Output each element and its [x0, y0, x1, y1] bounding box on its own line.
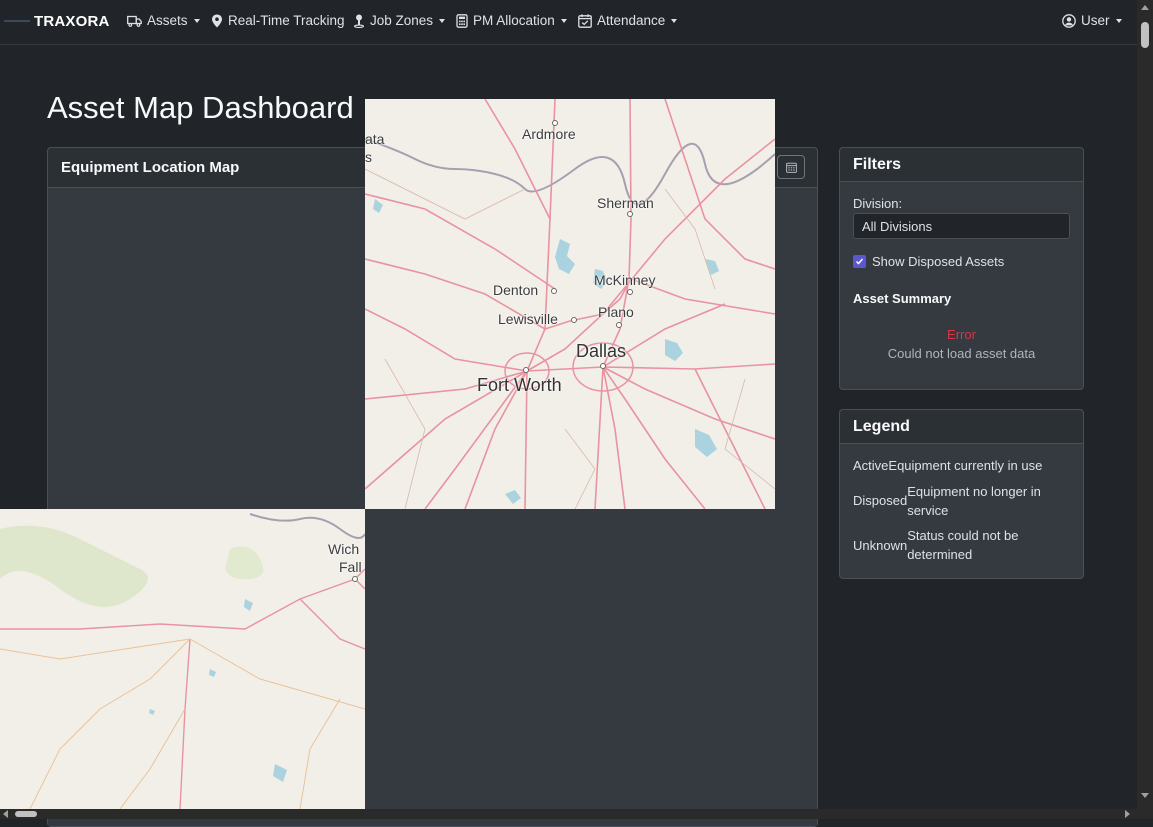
city-label-partial: Fall: [339, 559, 362, 575]
city-label-partial: ata: [365, 131, 385, 147]
map-pin-icon: [212, 14, 222, 27]
page-title: Asset Map Dashboard: [47, 90, 354, 125]
user-circle-icon: [1062, 13, 1076, 28]
nav-pm-allocation[interactable]: PM Allocation: [456, 13, 567, 28]
calendar-icon: [785, 162, 797, 173]
division-label: Division:: [853, 196, 903, 211]
scroll-down-icon[interactable]: [1141, 793, 1149, 798]
nav-attendance-label: Attendance: [597, 13, 666, 28]
city-label-mckinney: McKinney: [594, 272, 656, 288]
map-tile-wichita-falls[interactable]: Wich Fall: [0, 509, 365, 809]
nav-job-zones[interactable]: Job Zones: [353, 13, 446, 28]
asset-summary-error-message: Could not load asset data: [887, 346, 1036, 361]
filters-header: Filters: [840, 148, 1083, 182]
legend-desc: Equipment no longer in service: [907, 484, 1041, 518]
legend-item-disposed: Disposed Equipment no longer in service: [853, 482, 1047, 520]
brand-logo-mark: [4, 20, 30, 22]
legend-desc: Status could not be determined: [907, 528, 1019, 562]
show-disposed-label: Show Disposed Assets: [872, 254, 1005, 269]
legend-key: Unknown: [853, 538, 908, 553]
city-marker: [627, 211, 633, 217]
city-marker: [627, 289, 633, 295]
filters-panel: Filters Division: All Divisions Show Dis…: [839, 147, 1084, 390]
legend-key: Disposed: [853, 493, 908, 508]
legend-header: Legend: [840, 410, 1083, 444]
nav-real-time-tracking[interactable]: Real-Time Tracking: [211, 13, 345, 28]
filters-title: Filters: [853, 156, 902, 173]
map-tile-dallas[interactable]: Ardmore ata s Sherman McKinney Denton Le…: [365, 99, 775, 509]
calculator-icon: [456, 13, 468, 28]
map-card-title: Equipment Location Map: [61, 159, 240, 176]
horizontal-scrollbar[interactable]: [0, 809, 1137, 819]
legend-key: Active: [853, 458, 889, 473]
user-menu-label: User: [1081, 13, 1110, 28]
chevron-down-icon: [560, 19, 567, 23]
city-marker: [616, 322, 622, 328]
scrollbar-corner: [1137, 809, 1153, 819]
map-tile-roads: [365, 99, 775, 509]
vertical-scroll-thumb[interactable]: [1141, 22, 1149, 48]
truck-icon: [127, 15, 142, 27]
city-marker: [523, 367, 529, 373]
city-label-lewisville: Lewisville: [498, 311, 558, 327]
city-label-ardmore: Ardmore: [522, 126, 576, 142]
legend-desc: Equipment currently in use: [888, 458, 1043, 473]
legend-item-active: Active Equipment currently in use: [853, 456, 1042, 475]
checkmark-icon: [855, 258, 864, 265]
asset-summary-error-title: Error: [947, 327, 976, 342]
chevron-down-icon: [1115, 19, 1122, 23]
city-marker: [600, 363, 606, 369]
top-navbar: TRAXORA Assets Real-Time Tracking Job Zo…: [0, 0, 1137, 45]
nav-attendance[interactable]: Attendance: [578, 13, 678, 28]
city-label-denton: Denton: [493, 282, 539, 298]
chevron-down-icon: [671, 19, 678, 23]
city-label-partial: Wich: [328, 541, 360, 557]
nav-assets-label: Assets: [147, 13, 188, 28]
city-label-plano: Plano: [598, 304, 634, 320]
calendar-check-icon: [578, 13, 592, 28]
nav-job-zones-label: Job Zones: [370, 13, 434, 28]
chevron-down-icon: [193, 19, 200, 23]
city-marker: [571, 317, 577, 323]
horizontal-scroll-thumb[interactable]: [15, 811, 37, 817]
show-disposed-checkbox[interactable]: [853, 255, 866, 268]
nav-real-time-tracking-label: Real-Time Tracking: [228, 13, 345, 28]
brand-name[interactable]: TRAXORA: [34, 13, 110, 30]
vertical-scrollbar[interactable]: [1137, 0, 1153, 809]
asset-summary-title: Asset Summary: [853, 291, 952, 306]
scroll-left-icon[interactable]: [3, 810, 8, 818]
scroll-up-icon[interactable]: [1141, 5, 1149, 10]
nav-pm-allocation-label: PM Allocation: [473, 13, 555, 28]
city-label-sherman: Sherman: [597, 195, 654, 211]
city-label-partial: s: [365, 149, 372, 165]
show-disposed-toggle[interactable]: Show Disposed Assets: [853, 254, 1004, 269]
map-tile-roads: [0, 513, 365, 809]
scroll-right-icon[interactable]: [1125, 810, 1130, 818]
legend-panel: Legend Active Equipment currently in use…: [839, 409, 1084, 579]
chevron-down-icon: [439, 19, 446, 23]
legend-title: Legend: [853, 418, 910, 435]
city-marker: [551, 288, 557, 294]
city-marker: [552, 120, 558, 126]
person-pin-icon: [353, 14, 365, 28]
map-date-button[interactable]: [777, 155, 805, 179]
city-label-fort-worth: Fort Worth: [477, 375, 562, 395]
city-marker: [352, 576, 358, 582]
city-label-dallas: Dallas: [576, 341, 627, 361]
division-select[interactable]: All Divisions: [853, 213, 1070, 239]
user-menu[interactable]: User: [1062, 13, 1122, 28]
nav-assets[interactable]: Assets: [127, 13, 200, 28]
legend-item-unknown: Unknown Status could not be determined: [853, 526, 1042, 564]
